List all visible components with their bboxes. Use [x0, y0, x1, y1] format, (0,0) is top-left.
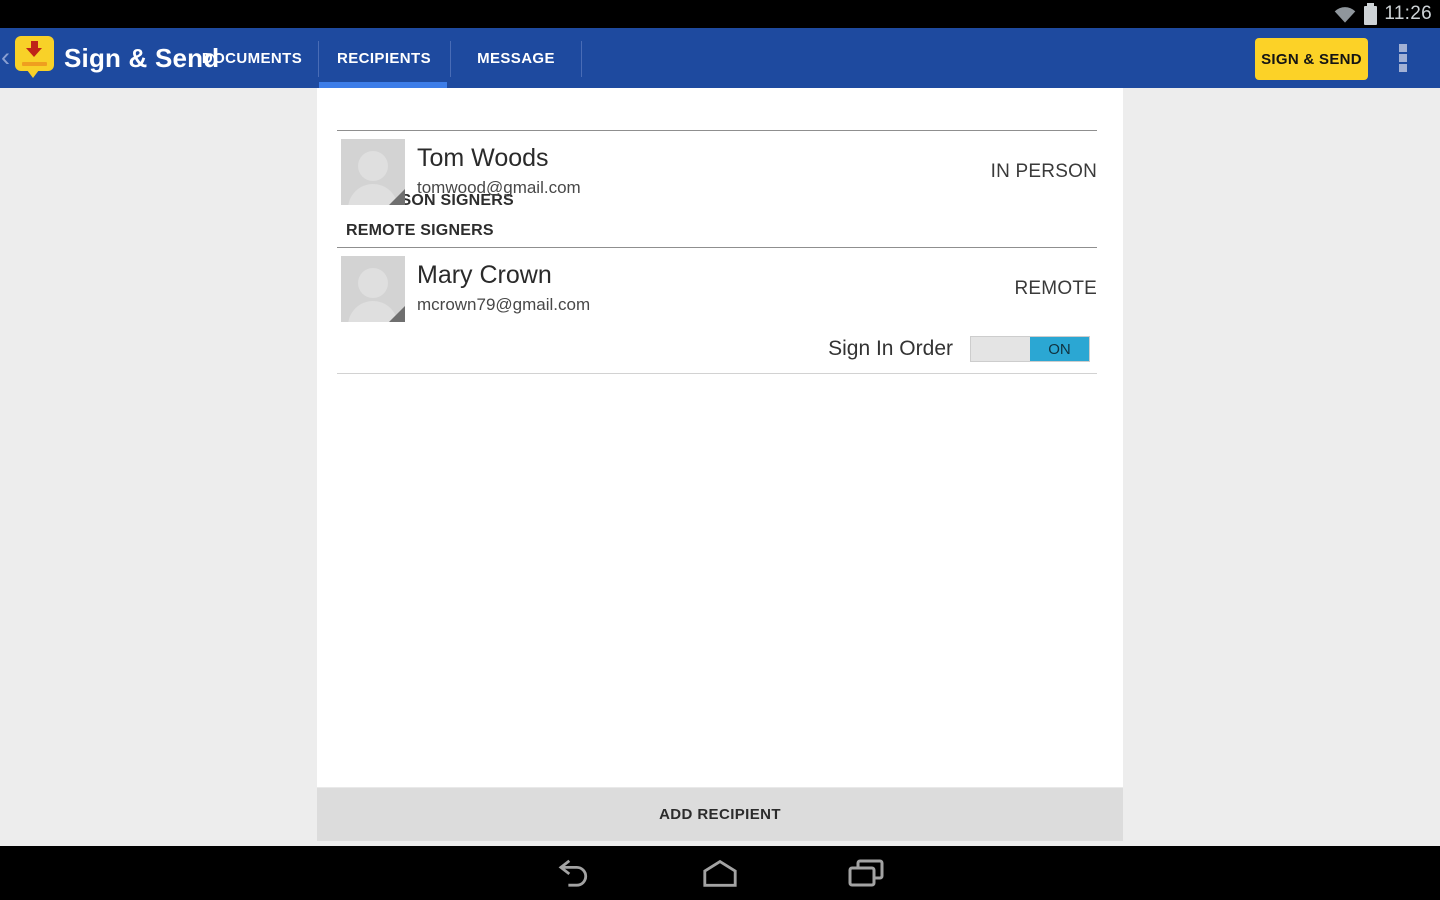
nav-recents-button[interactable]: [847, 857, 885, 889]
signer-role-badge: IN PERSON: [991, 139, 1097, 205]
toggle-thumb-on: ON: [1030, 337, 1089, 361]
battery-icon: [1364, 6, 1377, 25]
status-clock: 11:26: [1384, 3, 1432, 25]
avatar: [341, 256, 405, 322]
overflow-dot: [1399, 44, 1407, 52]
sign-in-order-row: Sign In Order ON: [828, 335, 1090, 363]
tab-documents-label: DOCUMENTS: [202, 50, 302, 67]
add-recipient-button[interactable]: ADD RECIPIENT: [317, 787, 1123, 841]
tab-recipients[interactable]: RECIPIENTS: [318, 28, 450, 88]
recents-icon: [847, 858, 885, 888]
download-tray-bar: [22, 62, 47, 66]
system-nav-bar: [0, 846, 1440, 900]
signer-role-badge: REMOTE: [1015, 256, 1097, 322]
tab-message[interactable]: MESSAGE: [450, 28, 582, 88]
back-chevron-icon[interactable]: ‹: [1, 42, 10, 72]
recipients-panel: IN PERSON SIGNERS Tom Woods tomwood@gmai…: [317, 88, 1123, 787]
overflow-menu-icon[interactable]: [1394, 42, 1412, 74]
nav-back-button[interactable]: [555, 857, 593, 889]
avatar: [341, 139, 405, 205]
signer-email: tomwood@gmail.com: [417, 178, 581, 198]
sign-in-order-toggle[interactable]: ON: [970, 336, 1090, 362]
toggle-track-off: [971, 337, 1030, 361]
app-logo-icon[interactable]: [15, 36, 54, 71]
avatar-fold-corner: [389, 306, 405, 322]
app-screen: 11:26 ‹ Sign & Send DOCUMENTS RECIPIENTS…: [0, 0, 1440, 900]
tab-message-label: MESSAGE: [477, 50, 555, 67]
sign-in-order-label: Sign In Order: [828, 337, 953, 361]
download-arrow-head: [26, 48, 42, 57]
back-icon: [557, 858, 591, 888]
sign-and-send-button[interactable]: SIGN & SEND: [1255, 38, 1368, 80]
tab-strip: DOCUMENTS RECIPIENTS MESSAGE: [186, 28, 582, 88]
home-icon: [701, 858, 739, 888]
signer-row-tom-woods[interactable]: Tom Woods tomwood@gmail.com IN PERSON: [317, 137, 1123, 207]
action-bar: ‹ Sign & Send DOCUMENTS RECIPIENTS MESSA…: [0, 28, 1440, 88]
signer-name: Mary Crown: [417, 261, 552, 290]
tab-divider: [450, 41, 451, 77]
divider: [337, 373, 1097, 374]
tab-divider: [581, 41, 582, 77]
tab-recipients-label: RECIPIENTS: [337, 50, 431, 67]
tab-divider: [318, 41, 319, 77]
avatar-fold-corner: [389, 189, 405, 205]
section-header-remote: REMOTE SIGNERS: [346, 222, 494, 240]
section-rule: [337, 130, 1097, 131]
nav-home-button[interactable]: [701, 857, 739, 889]
overflow-dot: [1399, 64, 1407, 72]
tab-documents[interactable]: DOCUMENTS: [186, 28, 318, 88]
section-rule: [337, 247, 1097, 248]
status-bar: 11:26: [0, 0, 1440, 28]
signer-name: Tom Woods: [417, 144, 549, 173]
signer-email: mcrown79@gmail.com: [417, 295, 590, 315]
overflow-dot: [1399, 54, 1407, 62]
signer-row-mary-crown[interactable]: Mary Crown mcrown79@gmail.com REMOTE: [317, 254, 1123, 324]
wifi-icon: [1333, 3, 1357, 25]
